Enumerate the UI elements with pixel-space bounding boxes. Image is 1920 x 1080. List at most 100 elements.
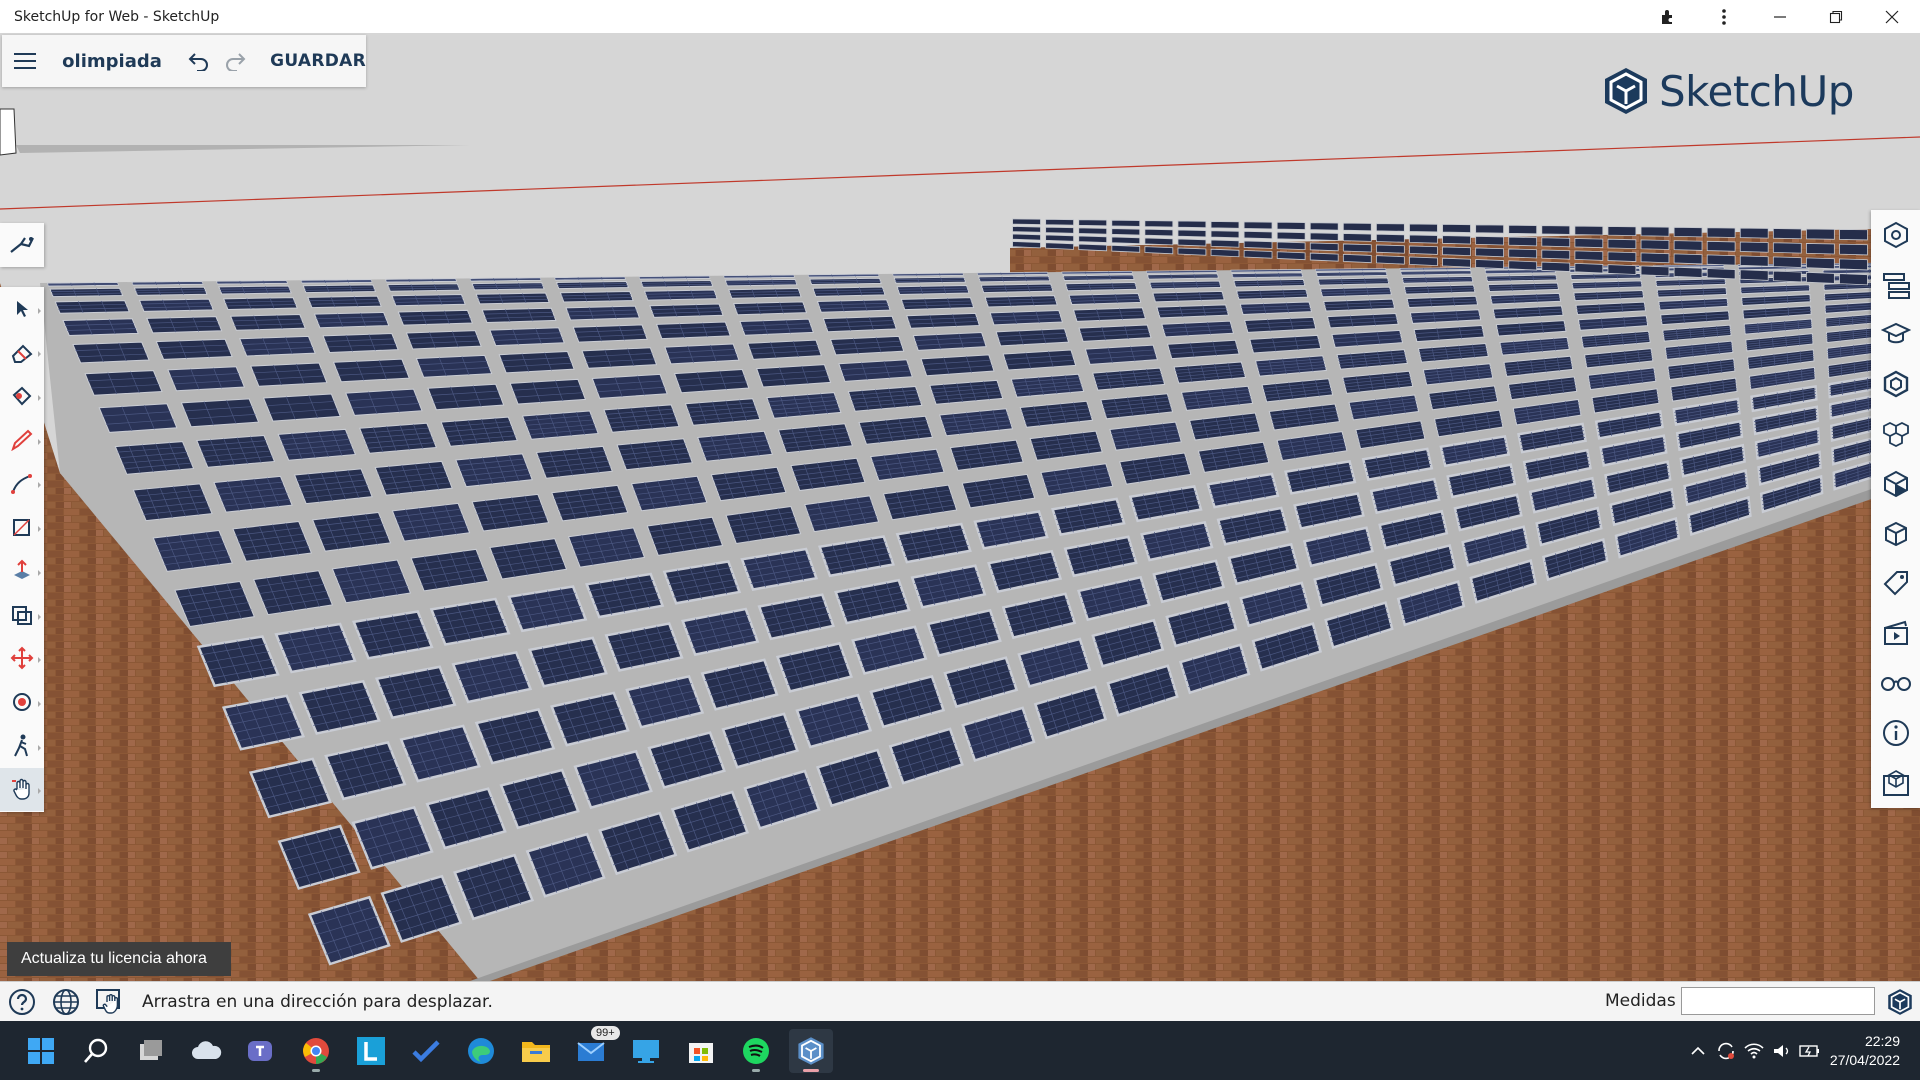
minimize-icon[interactable] bbox=[1752, 0, 1808, 33]
materials-icon[interactable] bbox=[1871, 409, 1920, 459]
solar-panel bbox=[1772, 270, 1802, 283]
wifi-icon[interactable] bbox=[1740, 1021, 1768, 1080]
l-app-icon[interactable] bbox=[349, 1029, 393, 1073]
solar-panel bbox=[84, 370, 163, 396]
rectangle-icon[interactable] bbox=[0, 505, 44, 549]
more-options-icon[interactable] bbox=[1696, 0, 1752, 33]
sketchup-logo: SketchUp bbox=[1603, 66, 1854, 116]
model-viewport[interactable] bbox=[0, 33, 1920, 981]
file-explorer-icon[interactable] bbox=[514, 1029, 558, 1073]
solar-panel bbox=[1078, 227, 1108, 235]
pan-icon[interactable] bbox=[0, 767, 44, 812]
solar-panel bbox=[1144, 237, 1174, 246]
solar-panel bbox=[1574, 238, 1604, 249]
help-icon[interactable] bbox=[0, 982, 44, 1022]
hamburger-menu-icon[interactable] bbox=[2, 35, 48, 87]
solar-panel bbox=[984, 295, 1058, 308]
model-info-icon[interactable] bbox=[1871, 708, 1920, 758]
entity-info-icon[interactable] bbox=[1871, 210, 1920, 260]
solar-panel bbox=[1640, 252, 1670, 264]
outliner-icon[interactable] bbox=[1871, 260, 1920, 310]
sketchup-icon[interactable] bbox=[789, 1029, 833, 1073]
globe-icon[interactable] bbox=[44, 982, 88, 1022]
chevron-up-icon[interactable] bbox=[1684, 1021, 1712, 1080]
animation-icon[interactable] bbox=[1871, 608, 1920, 658]
spotify-icon[interactable] bbox=[734, 1029, 778, 1073]
orbit-icon[interactable] bbox=[0, 680, 44, 724]
offset-icon[interactable] bbox=[0, 593, 44, 637]
onedrive-icon[interactable] bbox=[184, 1029, 228, 1073]
scenes-icon[interactable] bbox=[1871, 509, 1920, 559]
search-tool-icon[interactable] bbox=[0, 223, 44, 267]
battery-icon[interactable] bbox=[1796, 1021, 1824, 1080]
walk-icon[interactable] bbox=[0, 724, 44, 768]
solar-panel bbox=[155, 338, 233, 360]
solar-panel bbox=[332, 358, 410, 383]
solar-panel bbox=[1409, 234, 1438, 244]
todo-icon[interactable] bbox=[404, 1029, 448, 1073]
select-icon[interactable] bbox=[0, 287, 44, 331]
undo-icon[interactable] bbox=[182, 35, 217, 87]
chrome-icon[interactable] bbox=[294, 1029, 338, 1073]
instructor-icon[interactable] bbox=[1871, 310, 1920, 360]
solar-panel bbox=[816, 299, 891, 313]
solar-panel bbox=[1210, 248, 1240, 258]
move-icon[interactable] bbox=[0, 637, 44, 681]
teams-icon[interactable] bbox=[239, 1029, 283, 1073]
close-icon[interactable] bbox=[1864, 0, 1920, 33]
clock[interactable]: 22:29 27/04/2022 bbox=[1824, 1032, 1920, 1070]
display-icon[interactable] bbox=[1871, 658, 1920, 708]
mail-icon[interactable]: 99+ bbox=[569, 1026, 620, 1073]
styles-icon[interactable] bbox=[1871, 459, 1920, 509]
windows-start-icon[interactable] bbox=[19, 1029, 63, 1073]
solar-panel bbox=[1475, 224, 1504, 234]
edge-icon[interactable] bbox=[459, 1029, 503, 1073]
solar-roof-scene bbox=[0, 33, 1920, 981]
paint-bucket-icon[interactable] bbox=[0, 374, 44, 418]
tags-icon[interactable] bbox=[1871, 559, 1920, 609]
solar-panel bbox=[1772, 228, 1802, 240]
save-button[interactable]: GUARDAR bbox=[252, 51, 366, 71]
solar-panel bbox=[415, 354, 493, 378]
3d-warehouse-icon[interactable] bbox=[1871, 758, 1920, 808]
push-pull-icon[interactable] bbox=[0, 549, 44, 593]
solar-panel bbox=[978, 275, 1051, 283]
file-name[interactable]: olimpiada bbox=[48, 51, 182, 72]
solar-panel bbox=[1376, 233, 1405, 243]
solar-panel bbox=[1152, 290, 1225, 303]
solar-panel bbox=[1078, 235, 1108, 243]
store-icon[interactable] bbox=[679, 1029, 723, 1073]
search-icon[interactable] bbox=[74, 1029, 118, 1073]
sync-icon[interactable] bbox=[1712, 1021, 1740, 1080]
task-view-icon[interactable] bbox=[129, 1029, 173, 1073]
solar-panel bbox=[1144, 246, 1174, 255]
redo-icon[interactable] bbox=[217, 35, 252, 87]
license-badge[interactable]: Actualiza tu licencia ahora bbox=[7, 942, 231, 976]
solar-panel bbox=[1078, 243, 1108, 252]
solar-panel bbox=[1508, 248, 1538, 259]
solar-panel bbox=[906, 312, 981, 329]
solar-panel bbox=[1111, 228, 1141, 236]
arc-icon[interactable] bbox=[0, 462, 44, 506]
solar-panel bbox=[989, 310, 1064, 326]
solar-panel bbox=[1508, 224, 1538, 235]
extensions-icon[interactable] bbox=[1640, 0, 1696, 33]
solar-panel bbox=[1475, 235, 1504, 246]
measurements-label: Medidas bbox=[1605, 991, 1676, 1011]
solar-panel bbox=[1243, 221, 1273, 230]
components-icon[interactable] bbox=[1871, 359, 1920, 409]
remote-desktop-icon[interactable] bbox=[624, 1029, 668, 1073]
volume-icon[interactable] bbox=[1768, 1021, 1796, 1080]
solar-panel bbox=[1111, 219, 1141, 227]
solar-panel bbox=[1149, 280, 1222, 290]
restore-icon[interactable] bbox=[1808, 0, 1864, 33]
solar-panel bbox=[1839, 273, 1868, 286]
solar-panel bbox=[1276, 221, 1306, 230]
solar-panel bbox=[1045, 242, 1074, 250]
eraser-icon[interactable] bbox=[0, 331, 44, 375]
measurements-input[interactable] bbox=[1681, 987, 1875, 1015]
pencil-icon[interactable] bbox=[0, 418, 44, 462]
solar-panel bbox=[345, 388, 423, 416]
solar-panel bbox=[1233, 278, 1306, 288]
solar-panel bbox=[49, 287, 124, 298]
